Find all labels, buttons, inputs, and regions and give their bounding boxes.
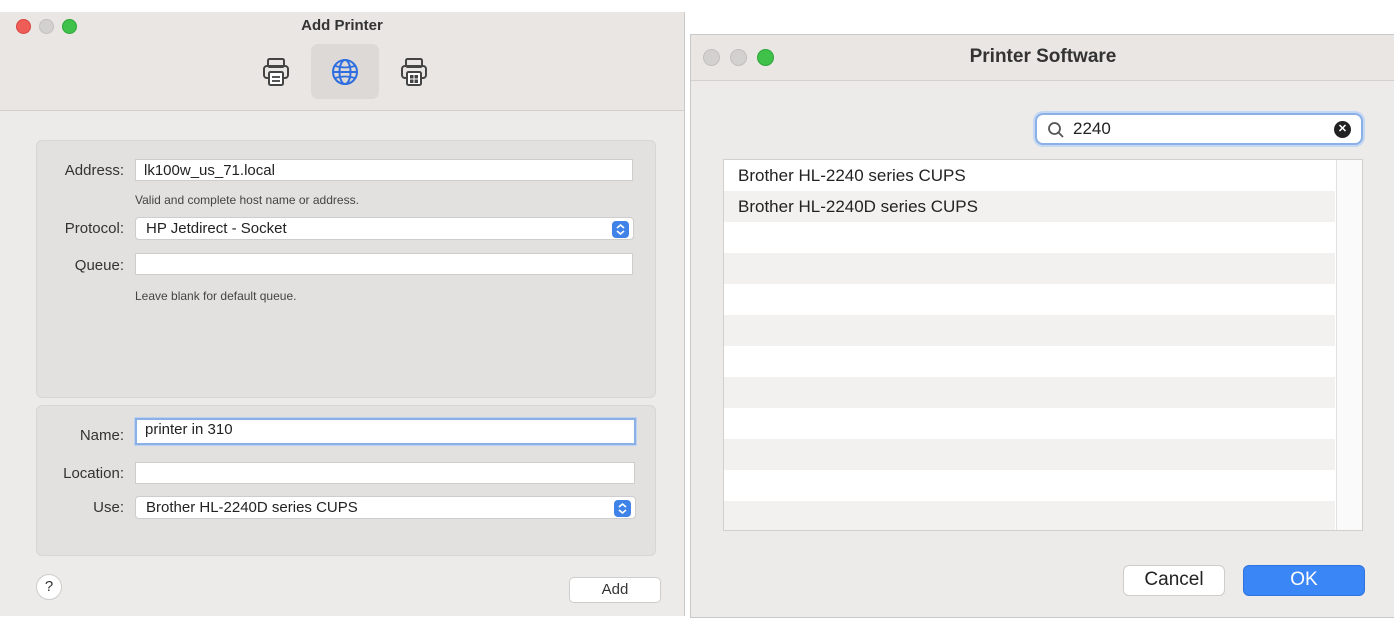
protocol-label: Protocol:	[64, 220, 124, 237]
windows-printer-icon	[401, 57, 427, 86]
printer-software-window: Printer Software 2240 ✕ Brother HL-2240 …	[690, 34, 1394, 618]
empty-list-row	[724, 346, 1335, 377]
name-field[interactable]: printer in 310	[135, 418, 636, 445]
empty-list-row	[724, 253, 1335, 284]
queue-hint: Leave blank for default queue.	[135, 289, 297, 303]
chevron-updown-icon	[614, 500, 631, 517]
ok-button[interactable]: OK	[1243, 565, 1365, 596]
printer-icon	[263, 57, 289, 86]
list-item[interactable]: Brother HL-2240 series CUPS	[724, 160, 1335, 191]
connection-settings-group: Address: lk100w_us_71.local Valid and co…	[36, 140, 656, 398]
ip-printer-tab[interactable]	[311, 44, 379, 99]
clear-search-icon[interactable]: ✕	[1334, 121, 1351, 138]
search-query: 2240	[1073, 119, 1111, 138]
window-title: Add Printer	[301, 17, 383, 34]
queue-label: Queue:	[74, 257, 124, 274]
queue-field[interactable]	[135, 253, 633, 275]
list-item[interactable]: Brother HL-2240D series CUPS	[724, 191, 1335, 222]
search-icon	[1048, 122, 1064, 138]
globe-icon	[332, 58, 358, 85]
help-button[interactable]: ?	[36, 574, 62, 600]
use-select[interactable]: Brother HL-2240D series CUPS	[135, 496, 636, 519]
add-printer-window: Add Printer Address: lk100w_us_71.local …	[0, 12, 685, 616]
list-scrollbar[interactable]	[1336, 160, 1362, 530]
empty-list-row	[724, 284, 1335, 315]
add-printer-titlebar: Add Printer	[0, 12, 684, 111]
protocol-select[interactable]: HP Jetdirect - Socket	[135, 217, 634, 240]
empty-list-row	[724, 439, 1335, 470]
name-label: Name:	[79, 427, 124, 444]
add-button[interactable]: Add	[569, 577, 661, 603]
window-title: Printer Software	[969, 46, 1117, 67]
printer-software-list: Brother HL-2240 series CUPS Brother HL-22…	[723, 159, 1363, 531]
use-value: Brother HL-2240D series CUPS	[146, 499, 358, 516]
chevron-updown-icon	[612, 221, 629, 238]
address-label: Address:	[64, 162, 124, 179]
protocol-value: HP Jetdirect - Socket	[146, 220, 287, 237]
windows-printer-tab[interactable]	[380, 44, 448, 99]
default-printers-tab[interactable]	[242, 44, 310, 99]
address-field[interactable]: lk100w_us_71.local	[135, 159, 633, 181]
printer-details-group: Name: printer in 310 Location: Use: Brot…	[36, 405, 656, 556]
empty-list-row	[724, 222, 1335, 253]
location-label: Location:	[63, 465, 124, 482]
use-label: Use:	[93, 499, 124, 516]
empty-list-row	[724, 315, 1335, 346]
printer-software-titlebar: Printer Software	[691, 35, 1394, 81]
empty-list-row	[724, 377, 1335, 408]
cancel-button[interactable]: Cancel	[1123, 565, 1225, 596]
location-field[interactable]	[135, 462, 635, 484]
list-rows: Brother HL-2240 series CUPS Brother HL-22…	[724, 160, 1335, 530]
empty-list-row	[724, 501, 1335, 530]
empty-list-row	[724, 408, 1335, 439]
search-field[interactable]: 2240 ✕	[1035, 113, 1363, 145]
empty-list-row	[724, 470, 1335, 501]
address-hint: Valid and complete host name or address.	[135, 193, 359, 207]
